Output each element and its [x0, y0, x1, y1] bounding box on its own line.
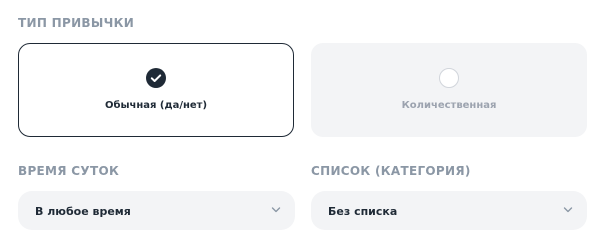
list-category-select[interactable]: Без списка [311, 191, 587, 230]
habit-type-label: ТИП ПРИВЫЧКИ [18, 16, 135, 30]
radio-empty-icon [439, 68, 459, 88]
chevron-down-icon [563, 207, 573, 213]
habit-type-quantity-option[interactable]: Количественная [311, 43, 587, 137]
habit-type-boolean-option[interactable]: Обычная (да/нет) [18, 43, 294, 137]
habit-settings-form: ТИП ПРИВЫЧКИ Обычная (да/нет) Количестве… [0, 0, 609, 236]
time-of-day-select[interactable]: В любое время [18, 191, 295, 230]
habit-type-boolean-label: Обычная (да/нет) [104, 100, 208, 111]
habit-type-quantity-label: Количественная [401, 100, 497, 111]
chevron-down-icon [271, 207, 281, 213]
time-of-day-value: В любое время [35, 205, 131, 218]
list-category-value: Без списка [328, 205, 398, 218]
list-category-label: СПИСОК (КАТЕГОРИЯ) [311, 164, 471, 178]
check-circle-icon [146, 68, 166, 88]
time-of-day-label: ВРЕМЯ СУТОК [18, 164, 120, 178]
